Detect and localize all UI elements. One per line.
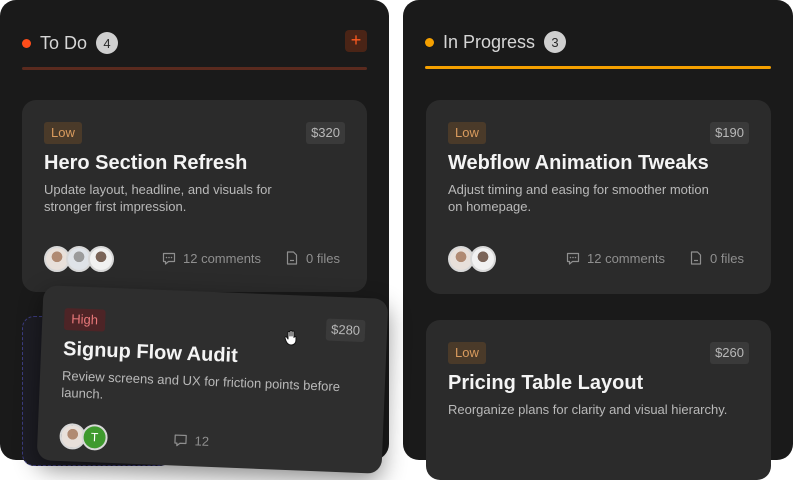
column-underline	[425, 66, 771, 69]
card-description: Review screens and UX for friction point…	[61, 367, 341, 402]
comments-count[interactable]: 12 comments	[161, 250, 261, 266]
count-badge: 4	[96, 32, 119, 54]
status-dot	[22, 38, 31, 48]
card-title: Pricing Table Layout	[448, 372, 644, 394]
assignee-avatars[interactable]	[448, 246, 496, 272]
grab-hand-cursor-icon	[284, 328, 300, 351]
comments-label: 12 comments	[183, 250, 262, 266]
file-icon	[688, 250, 704, 266]
count-badge: 3	[544, 31, 567, 53]
status-dot	[425, 37, 434, 47]
column-in-progress: In Progress 3 Low $190 Webflow Animation…	[403, 0, 793, 480]
comments-count[interactable]: 12 comments	[565, 250, 665, 266]
comments-count[interactable]: 12	[172, 431, 209, 448]
task-card[interactable]: Low $190 Webflow Animation Tweaks Adjust…	[426, 100, 771, 294]
priority-badge: Low	[44, 122, 82, 144]
comments-label: 12 comments	[587, 250, 666, 266]
comments-label: 12	[194, 432, 210, 449]
card-title: Signup Flow Audit	[62, 337, 239, 367]
comment-icon	[161, 250, 177, 266]
priority-badge: High	[63, 308, 106, 332]
card-description: Update layout, headline, and visuals for…	[44, 182, 272, 214]
price-badge: $260	[710, 342, 749, 364]
card-title: Webflow Animation Tweaks	[448, 152, 709, 174]
add-card-button[interactable]: +	[345, 30, 367, 52]
avatar[interactable]	[470, 246, 496, 272]
column-header: In Progress 3	[425, 31, 771, 53]
priority-badge: Low	[448, 342, 486, 364]
file-icon	[284, 250, 300, 266]
files-count[interactable]: 0 files	[688, 250, 744, 266]
price-badge: $280	[325, 318, 366, 343]
avatar-initial[interactable]: T	[81, 423, 109, 451]
files-count[interactable]: 0 files	[284, 250, 340, 266]
assignee-avatars[interactable]	[44, 246, 114, 272]
task-card[interactable]: Low $260 Pricing Table Layout Reorganize…	[426, 320, 771, 480]
column-header: To Do 4 +	[22, 30, 367, 54]
avatar[interactable]	[88, 246, 114, 272]
price-badge: $190	[710, 122, 749, 144]
price-badge: $320	[306, 122, 345, 144]
column-underline	[22, 67, 367, 70]
priority-badge: Low	[448, 122, 486, 144]
column-title: To Do	[40, 32, 88, 53]
files-label: 0 files	[306, 250, 340, 266]
card-description: Reorganize plans for clarity and visual …	[448, 402, 728, 417]
column-title: In Progress	[443, 31, 536, 52]
task-card[interactable]: Low $320 Hero Section Refresh Update lay…	[22, 100, 367, 292]
comment-icon	[565, 250, 581, 266]
card-title: Hero Section Refresh	[44, 152, 248, 174]
card-description: Adjust timing and easing for smoother mo…	[448, 182, 709, 214]
files-label: 0 files	[710, 250, 744, 266]
assignee-avatars[interactable]: T	[59, 422, 109, 451]
